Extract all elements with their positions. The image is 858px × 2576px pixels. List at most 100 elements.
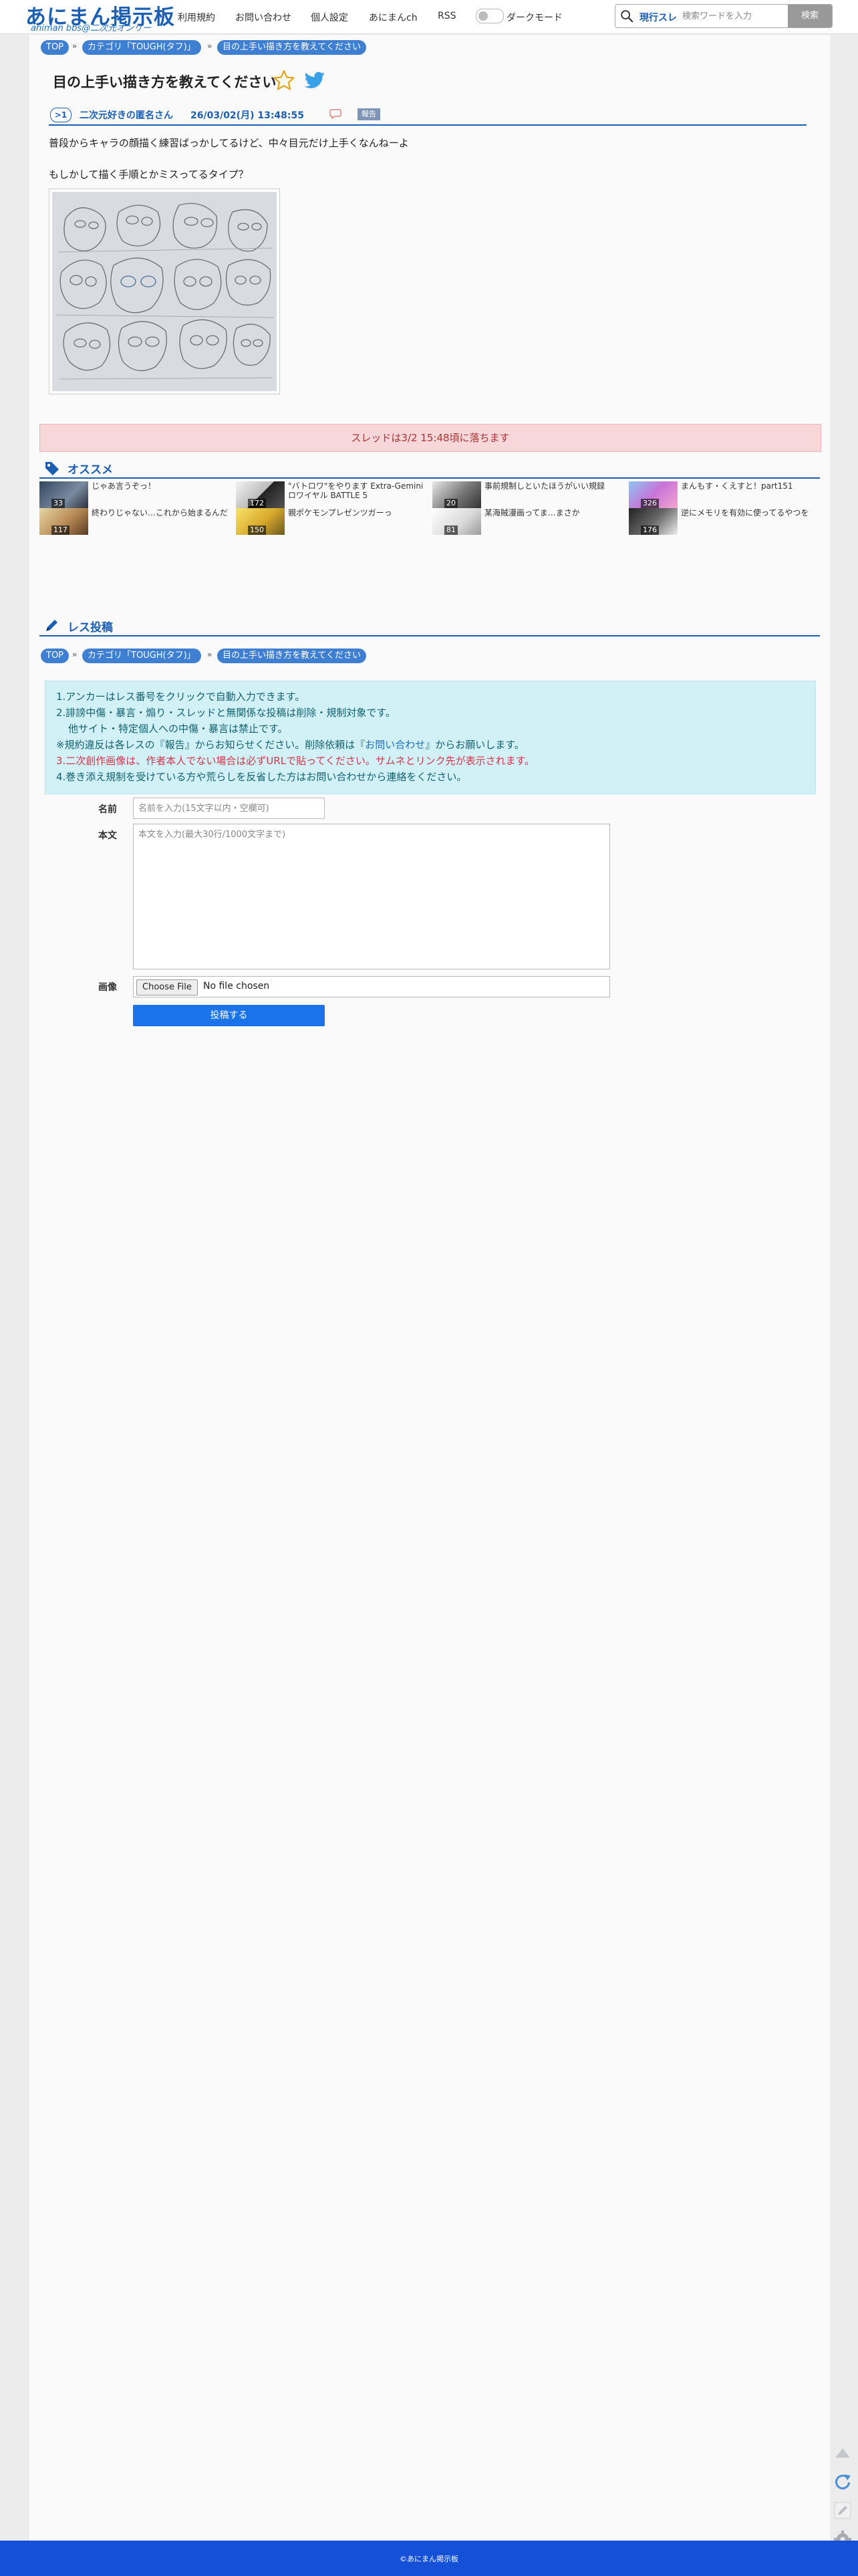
recommend-thumbnail: 20 [432,481,481,508]
search-button[interactable]: 検索 [788,5,832,27]
recommend-thumbnail: 33 [39,481,88,508]
thread-expiry-notice: スレッドは3/2 15:48頃に落ちます [39,424,821,452]
recommend-item[interactable]: 117 終わりじゃない…これから始まるんだ [39,508,233,535]
recommend-title-text: 某海賊漫画ってま…まさか [484,508,580,517]
recommend-title-text: まんもす・くえすと！part151 [681,481,793,491]
recommend-thumbnail: 117 [39,508,88,535]
recommend-title-text: 逆にメモリを有効に使ってるやつを [681,508,809,517]
recommend-title-text: "バトロワ"をやります Extra-Gemini ロワイヤル BATTLE 5 [288,481,424,500]
star-icon[interactable] [272,69,296,92]
nav-terms[interactable]: 利用規約 [178,11,215,24]
rule-warning: 作者本人でない場合は必ずURLで貼ってください。サムネとリンク先が表示されます。 [146,755,535,767]
recommend-thumbnail: 172 [236,481,285,508]
reload-icon[interactable] [833,2472,853,2492]
reply-count: 150 [248,525,266,535]
breadcrumb-separator: » [72,650,78,659]
search-box: 現行スレ 検索 [615,4,833,28]
site-logo[interactable]: あにまん掲示板 animan bbs@二次元オンリー [25,0,174,33]
search-input[interactable] [681,7,784,25]
rule-line: 他サイト・特定個人への中傷・暴言は禁止です。 [68,723,288,735]
pencil-icon [46,620,57,631]
search-icon [621,10,633,23]
reply-count: 33 [51,499,65,508]
recommend-item[interactable]: 81 某海賊漫画ってま…まさか [432,508,626,535]
breadcrumb-category[interactable]: カテゴリ「TOUGH(タフ)」 [82,40,201,55]
recommend-item[interactable]: 33 じゃあ言うぞっ！ [39,481,233,508]
image-label: 画像 [98,982,117,993]
edit-icon[interactable] [833,2500,853,2521]
choose-file-button[interactable]: Choose File [136,979,198,996]
breadcrumb-separator: » [72,41,78,51]
logo-sub: animan bbs@二次元オンリー [31,23,152,33]
tag-icon [45,462,59,475]
recommend-header: オススメ [39,460,820,479]
nav-contact[interactable]: お問い合わせ [235,11,291,24]
nav-rss[interactable]: RSS [438,11,456,21]
rule-text: ※規約違反は各レスの『報告』からお知らせください。削除依頼は『 [56,739,366,751]
contact-link[interactable]: お問い合わせ [365,739,425,751]
recommend-title-text: 親ポケモンプレゼンツガーっ [288,508,392,517]
reply-count: 20 [444,499,458,508]
breadcrumb-thread[interactable]: 目の上手い描き方を教えてください [217,40,366,55]
post-number[interactable]: >1 [50,108,72,122]
reply-title: レス投稿 [67,621,113,634]
post-header: >1 二次元好きの匿名さん 26/03/02(月) 13:48:55 報告 [49,107,807,126]
rule-line: 2.誹謗中傷・暴言・煽り・スレッドと無関係な投稿は削除・規制対象です。 [56,707,396,719]
rule-line: 4.巻き添え規制を受けている方や荒らしを反省した方はお問い合わせから連絡をくださ… [56,771,467,783]
search-scope-select[interactable]: 現行スレ [639,11,677,24]
reply-count: 172 [248,499,266,508]
recommend-item[interactable]: 20 事前規制しといたほうがいい規録 [432,481,626,508]
breadcrumb-separator: » [207,650,212,659]
recommend-title-text: じゃあ言うぞっ！ [92,481,156,491]
reply-count: 326 [641,499,659,508]
reply-count: 117 [51,525,69,535]
recommend-title-text: 事前規制しといたほうがいい規録 [484,481,605,491]
breadcrumb-top[interactable]: TOP [41,40,69,55]
nav-settings[interactable]: 個人設定 [311,11,348,24]
post-author: 二次元好きの匿名さん [80,110,173,121]
rule-line: ※規約違反は各レスの『報告』からお知らせください。削除依頼は『お問い合わせ』から… [56,737,525,751]
recommend-item[interactable]: 326 まんもす・くえすと！part151 [629,481,823,508]
recommend-item[interactable]: 176 逆にメモリを有効に使ってるやつを [629,508,823,535]
recommend-thumbnail: 326 [629,481,678,508]
recommend-thumbnail: 81 [432,508,481,535]
image-file-input[interactable]: Choose File No file chosen [133,976,610,998]
scroll-top-icon[interactable] [833,2443,853,2463]
nav-animanch[interactable]: あにまんch [369,11,418,24]
main-content: TOP » カテゴリ「TOUGH(タフ)」 » 目の上手い描き方を教えてください… [28,35,831,2541]
breadcrumb-category[interactable]: カテゴリ「TOUGH(タフ)」 [82,649,201,663]
recommend-thumbnail: 150 [236,508,285,535]
name-input[interactable] [133,798,325,819]
thread-title: 目の上手い描き方を教えてください [53,74,277,90]
dark-mode-label: ダークモード [507,13,563,23]
post-text-line: 普段からキャラの顔描く練習ばっかしてるけど、中々目元だけ上手くなんねーよ [49,137,409,149]
file-status: No file chosen [203,981,270,991]
top-nav: あにまん掲示板 animan bbs@二次元オンリー 利用規約 お問い合わせ 個… [0,0,858,34]
body-label: 本文 [98,830,117,841]
recommend-item[interactable]: 150 親ポケモンプレゼンツガーっ [236,508,430,535]
footer: ©あにまん掲示板 [0,2541,858,2576]
copyright: ©あにまん掲示板 [400,2555,458,2563]
rule-text: 3.二次創作画像は、 [56,755,146,767]
recommend-item[interactable]: 172 "バトロワ"をやります Extra-Gemini ロワイヤル BATTL… [236,481,430,508]
post-text-line: もしかして描く手順とかミスってるタイプ？ [49,168,249,181]
breadcrumb-top[interactable]: TOP [41,649,69,663]
name-label: 名前 [98,804,117,815]
twitter-icon[interactable] [303,69,327,92]
post-date: 26/03/02(月) 13:48:55 [190,110,304,121]
reply-count: 81 [444,525,458,535]
body-textarea[interactable] [133,824,610,969]
toggle-knob [478,11,488,21]
dark-mode-toggle[interactable] [476,9,504,23]
reply-count: 176 [641,525,659,535]
submit-button[interactable]: 投稿する [133,1005,325,1026]
post-image[interactable] [49,189,280,394]
reply-icon[interactable] [329,108,341,119]
recommend-title-text: 終わりじゃない…これから始まるんだ [92,508,229,517]
breadcrumb-thread[interactable]: 目の上手い描き方を教えてください [217,649,366,663]
sketch-image [52,192,277,391]
posting-rules: 1.アンカーはレス番号をクリックで自動入力できます。 2.誹謗中傷・暴言・煽り・… [45,681,816,794]
report-button[interactable]: 報告 [358,108,380,120]
recommend-thumbnail: 176 [629,508,678,535]
reply-header: レス投稿 [39,618,820,636]
